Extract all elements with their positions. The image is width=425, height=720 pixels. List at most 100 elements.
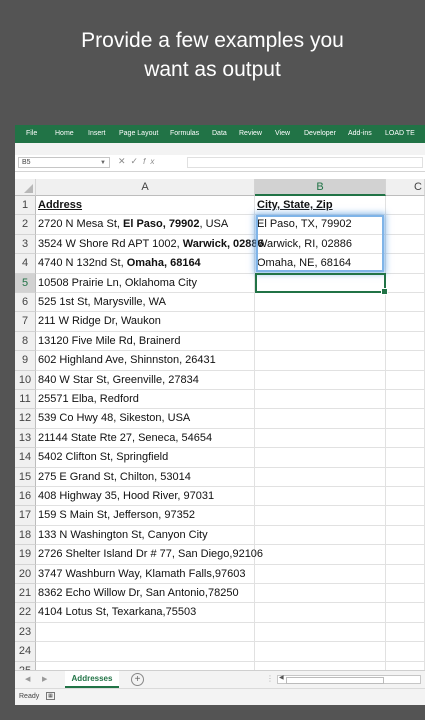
cell-c[interactable] — [386, 234, 425, 255]
cell-c[interactable] — [386, 215, 425, 235]
cell-c[interactable] — [386, 545, 425, 565]
cell-a[interactable]: 25571 Elba, Redford — [36, 390, 255, 410]
cell-c[interactable] — [386, 584, 425, 604]
row-header[interactable]: 4 — [15, 254, 36, 274]
formula-input[interactable] — [187, 157, 423, 168]
row-header[interactable]: 5 — [15, 273, 36, 293]
cell-a[interactable]: 13120 Five Mile Rd, Brainerd — [36, 331, 255, 352]
cell-b[interactable] — [255, 390, 386, 410]
cell-c[interactable] — [386, 351, 425, 371]
tab-review[interactable]: Review — [239, 130, 262, 137]
cell-a[interactable]: 159 S Main St, Jefferson, 97352 — [36, 506, 255, 526]
row-header[interactable]: 11 — [15, 390, 36, 410]
row-header[interactable]: 8 — [15, 331, 36, 352]
row-header[interactable]: 14 — [15, 448, 36, 468]
cell-c[interactable] — [386, 273, 425, 293]
tab-add-ins[interactable]: Add-ins — [348, 130, 372, 137]
row-header[interactable]: 15 — [15, 467, 36, 487]
cell-a[interactable]: Address — [36, 196, 255, 216]
name-box[interactable]: B5 ▼ — [18, 157, 110, 168]
row-header[interactable]: 22 — [15, 603, 36, 623]
cell-c[interactable] — [386, 293, 425, 313]
add-sheet-icon[interactable]: + — [131, 673, 144, 686]
row-header[interactable]: 3 — [15, 234, 36, 255]
cell-a[interactable]: 3524 W Shore Rd APT 1002, Warwick, 02886 — [36, 234, 264, 255]
cell-b[interactable] — [255, 370, 386, 390]
cell-c[interactable] — [386, 642, 425, 662]
tab-developer[interactable]: Developer — [304, 130, 336, 137]
cell-c[interactable] — [386, 467, 425, 487]
scroll-left-icon[interactable]: ◀ — [279, 674, 284, 681]
cell-b[interactable] — [255, 487, 386, 507]
cell-c[interactable] — [386, 448, 425, 468]
row-header[interactable]: 13 — [15, 428, 36, 449]
enter-icon[interactable]: ✓ — [131, 156, 144, 166]
tab-data[interactable]: Data — [212, 130, 227, 137]
tab-insert[interactable]: Insert — [88, 130, 106, 137]
cell-b[interactable]: El Paso, TX, 79902 — [255, 215, 386, 235]
row-header[interactable]: 17 — [15, 506, 36, 526]
splitter-icon[interactable]: ⋮ — [266, 674, 274, 683]
cell-c[interactable] — [386, 409, 425, 429]
cell-a[interactable]: 3747 Washburn Way, Klamath Falls,97603 — [36, 564, 255, 584]
cell-a[interactable]: 408 Highway 35, Hood River, 97031 — [36, 487, 255, 507]
column-header-a[interactable]: A — [36, 179, 255, 196]
chevron-down-icon[interactable]: ▼ — [100, 158, 106, 168]
row-header[interactable]: 9 — [15, 351, 36, 371]
cancel-icon[interactable]: ✕ — [118, 156, 131, 166]
cell-b[interactable] — [255, 467, 386, 487]
cell-a[interactable]: 10508 Prairie Ln, Oklahoma City — [36, 273, 255, 293]
tab-home[interactable]: Home — [55, 130, 74, 137]
cell-c[interactable] — [386, 525, 425, 546]
cell-b[interactable] — [255, 293, 386, 313]
cell-b[interactable] — [255, 525, 386, 546]
cell-a[interactable]: 133 N Washington St, Canyon City — [36, 525, 255, 546]
cell-b[interactable] — [255, 273, 386, 293]
cell-b[interactable] — [255, 312, 386, 332]
cell-a[interactable]: 4740 N 132nd St, Omaha, 68164 — [36, 254, 255, 274]
macro-record-icon[interactable]: ▦ — [46, 692, 55, 700]
cell-a[interactable] — [36, 642, 255, 662]
cell-b[interactable] — [255, 603, 386, 623]
cell-c[interactable] — [386, 196, 425, 216]
select-all-corner[interactable] — [15, 179, 36, 196]
cell-b[interactable] — [255, 506, 386, 526]
cell-c[interactable] — [386, 622, 425, 643]
cell-b[interactable] — [255, 564, 386, 584]
row-header[interactable]: 23 — [15, 622, 36, 643]
cell-b[interactable] — [255, 642, 386, 662]
cell-b[interactable] — [255, 448, 386, 468]
prev-sheet-icon[interactable]: ◀ — [25, 675, 30, 683]
cell-a[interactable]: 5402 Clifton St, Springfield — [36, 448, 255, 468]
cell-b[interactable] — [255, 545, 386, 565]
cell-a[interactable]: 2720 N Mesa St, El Paso, 79902, USA — [36, 215, 255, 235]
row-header[interactable]: 19 — [15, 545, 36, 565]
horizontal-scrollbar[interactable]: ◀ — [277, 675, 421, 684]
cell-c[interactable] — [386, 428, 425, 449]
cell-b[interactable] — [255, 622, 386, 643]
cell-c[interactable] — [386, 564, 425, 584]
row-header[interactable]: 18 — [15, 525, 36, 546]
cell-a[interactable]: 275 E Grand St, Chilton, 53014 — [36, 467, 255, 487]
cell-b[interactable] — [255, 331, 386, 352]
next-sheet-icon[interactable]: ▶ — [42, 675, 47, 683]
cell-a[interactable]: 840 W Star St, Greenville, 27834 — [36, 370, 255, 390]
insert-function-icon[interactable]: fx — [143, 157, 159, 166]
row-header[interactable]: 7 — [15, 312, 36, 332]
row-header[interactable]: 2 — [15, 215, 36, 235]
cell-c[interactable] — [386, 331, 425, 352]
cell-c[interactable] — [386, 487, 425, 507]
tab-view[interactable]: View — [275, 130, 290, 137]
cell-a[interactable]: 4104 Lotus St, Texarkana,75503 — [36, 603, 255, 623]
cell-c[interactable] — [386, 390, 425, 410]
row-header[interactable]: 6 — [15, 293, 36, 313]
cell-a[interactable]: 8362 Echo Willow Dr, San Antonio,78250 — [36, 584, 255, 604]
tab-file[interactable]: File — [26, 130, 37, 137]
column-header-c[interactable]: C — [386, 179, 425, 196]
sheet-tab-addresses[interactable]: Addresses — [65, 671, 119, 688]
cell-b[interactable] — [255, 584, 386, 604]
row-header[interactable]: 16 — [15, 487, 36, 507]
cell-a[interactable] — [36, 622, 255, 643]
cell-a[interactable]: 539 Co Hwy 48, Sikeston, USA — [36, 409, 255, 429]
row-header[interactable]: 20 — [15, 564, 36, 584]
